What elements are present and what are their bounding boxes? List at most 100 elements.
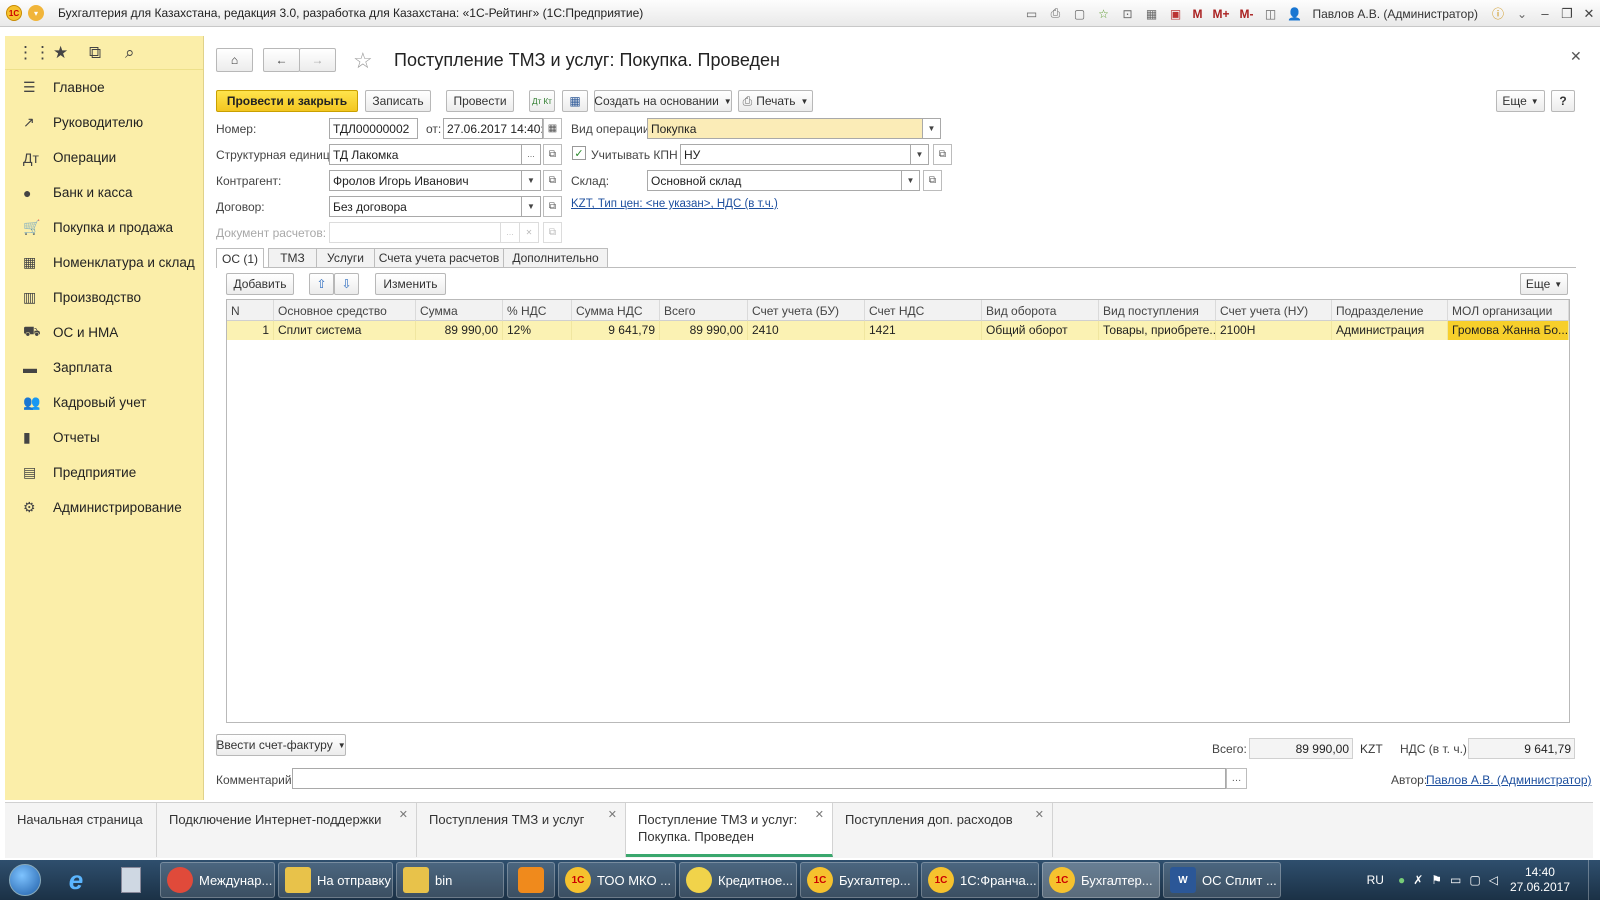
restore-button[interactable]: ❐: [1556, 5, 1578, 23]
apps-grid-icon[interactable]: ⋮⋮: [17, 43, 53, 63]
unit-open-icon[interactable]: ⧉: [543, 144, 562, 165]
post-close-button[interactable]: Провести и закрыть: [216, 90, 358, 112]
taskbar-item-chrome[interactable]: Междунар...: [160, 862, 275, 898]
calendar-icon[interactable]: ▣: [1167, 6, 1183, 22]
number-field[interactable]: ТДЛ00000002: [329, 118, 418, 139]
sidebar-item-reports[interactable]: ▮ Отчеты: [5, 420, 203, 455]
taskbar-item-1c-mko[interactable]: 1С ТОО МКО ...: [558, 862, 676, 898]
structure-icon[interactable]: ▦: [562, 90, 588, 112]
language-indicator[interactable]: RU: [1367, 873, 1384, 887]
operation-field[interactable]: Покупка: [647, 118, 923, 139]
column-header-account-bu[interactable]: Счет учета (БУ): [748, 300, 865, 321]
sidebar-item-salary[interactable]: ▬ Зарплата: [5, 350, 203, 385]
unit-field[interactable]: ТД Лакомка: [329, 144, 522, 165]
window-tab-current-document[interactable]: Поступление ТМЗ и услуг: Покупка. Провед…: [626, 803, 833, 857]
tab-services[interactable]: Услуги: [316, 248, 375, 267]
contract-dropdown-icon[interactable]: ▼: [522, 196, 541, 217]
sidebar-item-bank[interactable]: ● Банк и касса: [5, 175, 203, 210]
taskbar-item-1c-buh1[interactable]: 1С Бухгалтер...: [800, 862, 918, 898]
column-header-mol[interactable]: МОЛ организации: [1448, 300, 1569, 321]
taskbar-item-folder-bin[interactable]: bin: [396, 862, 504, 898]
save-button[interactable]: Записать: [365, 90, 431, 112]
more-button[interactable]: Еще ▼: [1496, 90, 1545, 112]
close-form-icon[interactable]: ✕: [1570, 48, 1582, 65]
network-icon[interactable]: ✗: [1413, 873, 1423, 887]
taskbar-item-1c-buh2[interactable]: 1С Бухгалтер...: [1042, 862, 1160, 898]
calculator-icon[interactable]: ▦: [1143, 6, 1159, 22]
taskbar-item-credit[interactable]: Кредитное...: [679, 862, 797, 898]
favorite-star-icon[interactable]: ☆: [353, 48, 373, 74]
memory-m-button[interactable]: M: [1192, 7, 1202, 21]
history-icon[interactable]: ⧉: [89, 43, 125, 63]
column-header-total[interactable]: Всего: [660, 300, 748, 321]
sidebar-item-fixed-assets[interactable]: ⛟ ОС и НМА: [5, 315, 203, 350]
cell-vat-amount[interactable]: 9 641,79: [572, 321, 660, 340]
calendar-icon[interactable]: ▦: [543, 118, 562, 139]
cell-vat-rate[interactable]: 12%: [503, 321, 572, 340]
counterparty-dropdown-icon[interactable]: ▼: [522, 170, 541, 191]
dt-kt-icon[interactable]: Дт Кт: [529, 90, 555, 112]
sidebar-item-main[interactable]: ☰ Главное: [5, 70, 203, 105]
counterparty-field[interactable]: Фролов Игорь Иванович: [329, 170, 522, 191]
tab-additional[interactable]: Дополнительно: [503, 248, 608, 267]
memory-plus-button[interactable]: M+: [1212, 7, 1229, 21]
print-button[interactable]: ⎙ Печать ▼: [738, 90, 813, 112]
help-button[interactable]: ?: [1551, 90, 1575, 112]
operation-dropdown-icon[interactable]: ▼: [923, 118, 941, 139]
counterparty-open-icon[interactable]: ⧉: [543, 170, 562, 191]
cell-amount[interactable]: 89 990,00: [416, 321, 503, 340]
cell-mol[interactable]: Громова Жанна Бо...: [1448, 321, 1569, 340]
favorites-icon[interactable]: ★: [53, 43, 89, 63]
cell-asset[interactable]: Сплит система: [274, 321, 416, 340]
favorites-add-icon[interactable]: ☆: [1095, 6, 1111, 22]
minimize-button[interactable]: –: [1534, 5, 1556, 23]
cell-receipt-type[interactable]: Товары, приобрете...: [1099, 321, 1216, 340]
volume-icon[interactable]: ◁: [1489, 873, 1498, 887]
taskbar-item-1c-franch[interactable]: 1С 1С:Франча...: [921, 862, 1039, 898]
sidebar-item-purchase-sale[interactable]: 🛒 Покупка и продажа: [5, 210, 203, 245]
column-header-receipt-type[interactable]: Вид поступления: [1099, 300, 1216, 321]
kpn-dropdown-icon[interactable]: ▼: [911, 144, 929, 165]
comment-field[interactable]: [292, 768, 1226, 789]
window-tab-home[interactable]: Начальная страница: [5, 803, 157, 857]
add-row-button[interactable]: Добавить: [226, 273, 294, 295]
tab-tmz[interactable]: ТМЗ: [268, 248, 317, 267]
cell-department[interactable]: Администрация: [1332, 321, 1448, 340]
sidebar-item-hr[interactable]: 👥 Кадровый учет: [5, 385, 203, 420]
column-header-vat-amount[interactable]: Сумма НДС: [572, 300, 660, 321]
search-icon[interactable]: ⌕: [125, 43, 161, 63]
monitor-icon[interactable]: ▭: [1450, 873, 1461, 887]
current-user[interactable]: Павлов А.В. (Администратор): [1313, 7, 1479, 21]
cell-account-bu[interactable]: 2410: [748, 321, 865, 340]
column-header-turnover-type[interactable]: Вид оборота: [982, 300, 1099, 321]
ie-icon[interactable]: e: [50, 862, 102, 898]
window-tab-internet-support[interactable]: Подключение Интернет-поддержки ✕: [157, 803, 417, 857]
contract-open-icon[interactable]: ⧉: [543, 196, 562, 217]
column-header-vat-account[interactable]: Счет НДС: [865, 300, 982, 321]
sidebar-item-director[interactable]: ↗ Руководителю: [5, 105, 203, 140]
print-icon[interactable]: ⎙: [1047, 6, 1063, 22]
create-based-button[interactable]: Создать на основании ▼: [594, 90, 732, 112]
price-settings-link[interactable]: KZT, Тип цен: <не указан>, НДС (в т.ч.): [571, 198, 778, 210]
chevron-down-icon[interactable]: ⌄: [1514, 6, 1530, 22]
column-header-vat-rate[interactable]: % НДС: [503, 300, 572, 321]
forward-button[interactable]: →: [299, 48, 336, 72]
kpn-field[interactable]: НУ: [680, 144, 911, 165]
show-desktop-button[interactable]: [1588, 860, 1600, 900]
taskbar-item-folder-send[interactable]: На отправку: [278, 862, 393, 898]
column-header-amount[interactable]: Сумма: [416, 300, 503, 321]
taskbar-item-outlook[interactable]: [507, 862, 555, 898]
move-down-button[interactable]: ⇩: [334, 273, 359, 295]
column-header-n[interactable]: N: [227, 300, 274, 321]
close-icon[interactable]: ✕: [608, 807, 617, 824]
clock[interactable]: 14:40 27.06.2017: [1510, 865, 1570, 895]
close-window-button[interactable]: ✕: [1578, 5, 1600, 23]
sidebar-item-admin[interactable]: ⚙ Администрирование: [5, 490, 203, 525]
table-more-button[interactable]: Еще ▼: [1520, 273, 1568, 295]
panel-toggle-icon[interactable]: ◫: [1263, 6, 1279, 22]
tab-settlement-accounts[interactable]: Счета учета расчетов: [374, 248, 504, 267]
sidebar-item-company[interactable]: ▤ Предприятие: [5, 455, 203, 490]
column-header-asset[interactable]: Основное средство: [274, 300, 416, 321]
cell-total[interactable]: 89 990,00: [660, 321, 748, 340]
tab-fixed-assets[interactable]: ОС (1): [216, 248, 264, 268]
